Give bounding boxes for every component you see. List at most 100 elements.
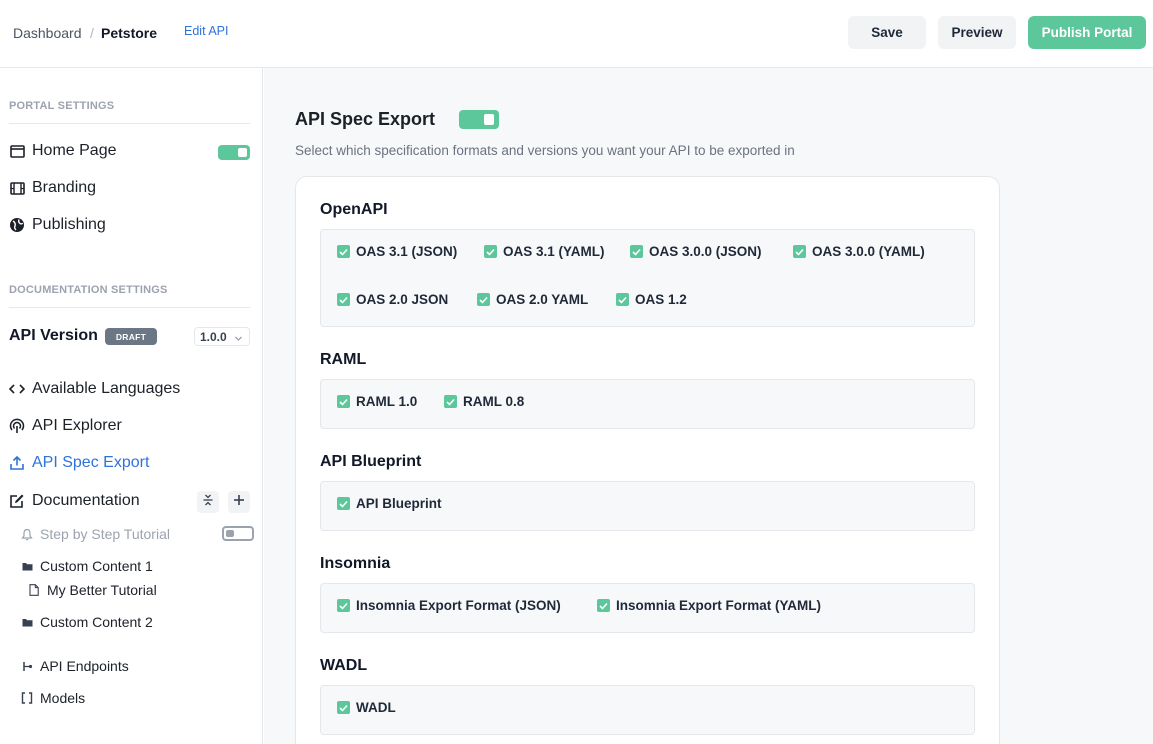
tree-item-label: Custom Content 1 bbox=[40, 558, 153, 574]
option-label: Insomnia Export Format (YAML) bbox=[616, 598, 822, 613]
top-header: Dashboard / Petstore Edit API Save Previ… bbox=[0, 0, 1153, 68]
option-raml-0-8[interactable]: RAML 0.8 bbox=[444, 394, 524, 409]
breadcrumb-separator: / bbox=[90, 25, 94, 41]
option-label: OAS 3.1 (JSON) bbox=[356, 244, 458, 259]
save-button[interactable]: Save bbox=[848, 16, 926, 49]
sidebar-item-home-page[interactable]: Home Page bbox=[9, 139, 117, 163]
group-title-raml: RAML bbox=[320, 351, 367, 368]
endpoint-icon bbox=[21, 660, 33, 672]
option-label: WADL bbox=[356, 700, 396, 715]
sidebar-item-label: Home Page bbox=[32, 142, 117, 159]
option-oas-3-0-0-yaml[interactable]: OAS 3.0.0 (YAML) bbox=[793, 244, 925, 259]
option-label: OAS 2.0 JSON bbox=[356, 292, 449, 307]
group-title-wadl: WADL bbox=[320, 657, 368, 674]
sidebar-item-api-spec-export[interactable]: API Spec Export bbox=[9, 451, 149, 475]
checkbox-checked-icon[interactable] bbox=[616, 293, 629, 306]
sidebar-item-documentation[interactable]: Documentation bbox=[9, 489, 140, 513]
sidebar-item-branding[interactable]: Branding bbox=[9, 176, 96, 200]
tree-item-step-by-step-tutorial[interactable]: Step by Step Tutorial bbox=[21, 526, 170, 542]
sidebar-item-label: Available Languages bbox=[32, 380, 181, 397]
checkbox-checked-icon[interactable] bbox=[337, 395, 350, 408]
page-title: API Spec Export bbox=[295, 109, 436, 129]
checkbox-checked-icon[interactable] bbox=[444, 395, 457, 408]
window-icon bbox=[9, 143, 25, 159]
plus-icon bbox=[233, 493, 245, 511]
documentation-settings-title: DOCUMENTATION SETTINGS bbox=[9, 284, 168, 296]
chevron-down-icon bbox=[234, 332, 243, 346]
version-select[interactable]: 1.0.0 bbox=[194, 327, 250, 346]
checkbox-checked-icon[interactable] bbox=[484, 245, 497, 258]
tree-item-api-endpoints[interactable]: API Endpoints bbox=[21, 658, 129, 674]
tree-item-custom-content-2[interactable]: Custom Content 2 bbox=[21, 614, 153, 630]
checkbox-checked-icon[interactable] bbox=[630, 245, 643, 258]
checkbox-checked-icon[interactable] bbox=[793, 245, 806, 258]
home-page-toggle[interactable] bbox=[218, 145, 250, 160]
option-insomnia-yaml[interactable]: Insomnia Export Format (YAML) bbox=[597, 598, 821, 613]
export-formats-card: OpenAPI OAS 3.1 (JSON) OAS 3.1 (YAML) OA… bbox=[295, 176, 1000, 744]
checkbox-checked-icon[interactable] bbox=[477, 293, 490, 306]
option-label: OAS 3.0.0 (YAML) bbox=[812, 244, 925, 259]
breadcrumb-current: Petstore bbox=[101, 25, 158, 41]
sidebar-item-label: API Explorer bbox=[32, 417, 122, 434]
option-oas-2-0-yaml[interactable]: OAS 2.0 YAML bbox=[477, 292, 588, 307]
option-insomnia-json[interactable]: Insomnia Export Format (JSON) bbox=[337, 598, 561, 613]
sidebar-item-available-languages[interactable]: Available Languages bbox=[9, 377, 180, 401]
checkbox-checked-icon[interactable] bbox=[337, 293, 350, 306]
add-page-button[interactable] bbox=[228, 491, 250, 513]
option-raml-1-0[interactable]: RAML 1.0 bbox=[337, 394, 417, 409]
file-icon bbox=[28, 584, 40, 596]
sidebar: PORTAL SETTINGS Home Page Branding Publi… bbox=[0, 68, 263, 744]
edit-icon bbox=[9, 493, 25, 509]
upload-icon bbox=[9, 455, 25, 471]
sidebar-item-label: Documentation bbox=[32, 492, 140, 509]
collapse-all-button[interactable] bbox=[197, 491, 219, 513]
publish-portal-button[interactable]: Publish Portal bbox=[1028, 16, 1146, 49]
preview-button[interactable]: Preview bbox=[938, 16, 1016, 49]
collapse-icon bbox=[202, 493, 214, 511]
sidebar-item-label: API Spec Export bbox=[32, 454, 150, 471]
option-label: API Blueprint bbox=[356, 496, 442, 511]
code-icon bbox=[9, 381, 25, 397]
sidebar-item-api-explorer[interactable]: API Explorer bbox=[9, 414, 122, 438]
checkbox-checked-icon[interactable] bbox=[337, 701, 350, 714]
option-oas-3-1-yaml[interactable]: OAS 3.1 (YAML) bbox=[484, 244, 605, 259]
edit-api-link[interactable]: Edit API bbox=[184, 24, 228, 38]
group-title-insomnia: Insomnia bbox=[320, 555, 391, 572]
option-wadl[interactable]: WADL bbox=[337, 700, 396, 715]
option-label: OAS 3.0.0 (JSON) bbox=[649, 244, 762, 259]
checkbox-checked-icon[interactable] bbox=[337, 497, 350, 510]
bell-icon bbox=[21, 528, 33, 540]
breadcrumb-dashboard[interactable]: Dashboard bbox=[13, 25, 82, 41]
sidebar-item-publishing[interactable]: Publishing bbox=[9, 213, 106, 237]
option-oas-3-1-json[interactable]: OAS 3.1 (JSON) bbox=[337, 244, 457, 259]
tree-item-label: Custom Content 2 bbox=[40, 614, 153, 630]
tree-item-custom-content-1[interactable]: Custom Content 1 bbox=[21, 558, 153, 574]
tree-item-my-better-tutorial[interactable]: My Better Tutorial bbox=[28, 582, 157, 598]
portal-settings-title: PORTAL SETTINGS bbox=[9, 100, 115, 112]
globe-icon bbox=[9, 217, 25, 233]
api-spec-export-toggle[interactable] bbox=[459, 110, 499, 129]
step-by-step-toggle[interactable] bbox=[222, 526, 254, 541]
group-openapi: OAS 3.1 (JSON) OAS 3.1 (YAML) OAS 3.0.0 … bbox=[320, 229, 975, 327]
option-oas-3-0-0-json[interactable]: OAS 3.0.0 (JSON) bbox=[630, 244, 762, 259]
brackets-icon bbox=[21, 692, 33, 704]
group-title-openapi: OpenAPI bbox=[320, 201, 388, 218]
sidebar-item-label: Publishing bbox=[32, 216, 106, 233]
group-raml: RAML 1.0 RAML 0.8 bbox=[320, 379, 975, 429]
main-content: API Spec Export Select which specificati… bbox=[264, 68, 1153, 744]
sidebar-item-label: Branding bbox=[32, 179, 97, 196]
option-oas-2-0-json[interactable]: OAS 2.0 JSON bbox=[337, 292, 448, 307]
tree-item-models[interactable]: Models bbox=[21, 690, 85, 706]
option-api-blueprint[interactable]: API Blueprint bbox=[337, 496, 442, 511]
broadcast-icon bbox=[9, 418, 25, 434]
folder-icon bbox=[21, 616, 33, 628]
checkbox-checked-icon[interactable] bbox=[337, 599, 350, 612]
checkbox-checked-icon[interactable] bbox=[597, 599, 610, 612]
folder-icon bbox=[21, 560, 33, 572]
film-icon bbox=[9, 180, 25, 196]
option-oas-1-2[interactable]: OAS 1.2 bbox=[616, 292, 687, 307]
api-version-label: API Version bbox=[9, 327, 98, 344]
checkbox-checked-icon[interactable] bbox=[337, 245, 350, 258]
tree-item-label: My Better Tutorial bbox=[47, 582, 157, 598]
tree-item-label: Step by Step Tutorial bbox=[40, 526, 170, 542]
